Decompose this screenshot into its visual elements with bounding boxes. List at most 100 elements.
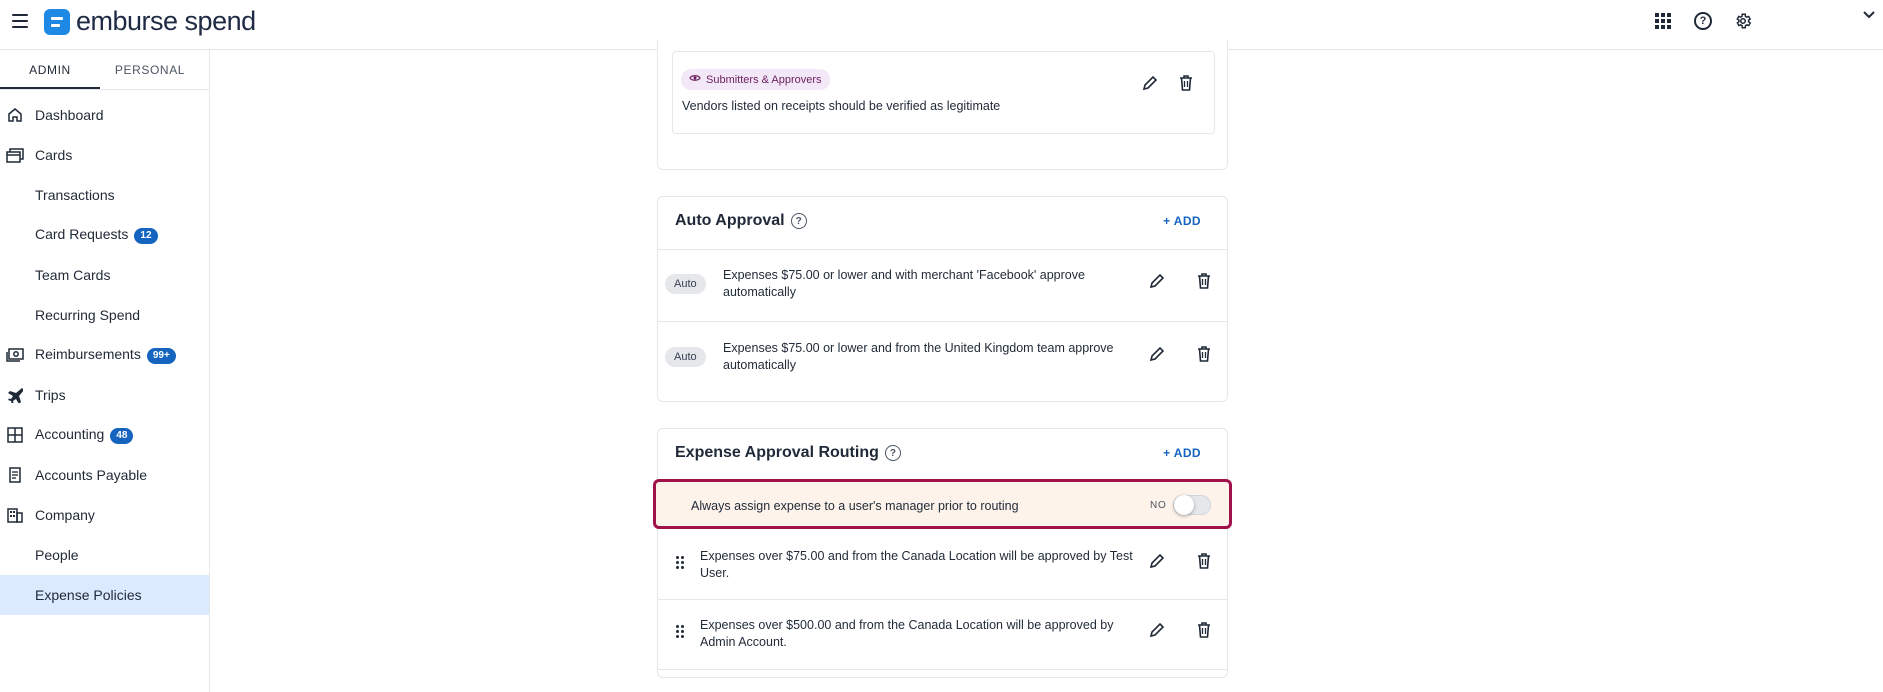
home-icon: [6, 106, 24, 124]
cash-icon: [6, 346, 24, 364]
tab-admin[interactable]: ADMIN: [0, 50, 100, 89]
vendor-policy-item: Submitters & Approvers Vendors listed on…: [672, 51, 1215, 134]
reimbursements-text: Reimbursements: [35, 346, 141, 363]
tab-personal[interactable]: PERSONAL: [100, 50, 200, 89]
edit-pencil-icon[interactable]: [1148, 621, 1166, 639]
sidebar-item-label: Accounts Payable: [35, 467, 148, 483]
audience-pill: Submitters & Approvers: [681, 69, 830, 90]
toggle-state-label: NO: [1150, 500, 1167, 511]
logo-text: emburse spend: [76, 6, 256, 36]
sidebar-item-dashboard[interactable]: Dashboard: [0, 95, 209, 135]
sidebar-item-reimbursements[interactable]: Reimbursements 99+: [0, 335, 209, 375]
sidebar-item-accounting[interactable]: Accounting 48: [0, 415, 209, 455]
audience-pill-label: Submitters & Approvers: [706, 73, 822, 86]
help-question-icon[interactable]: ?: [884, 445, 901, 461]
sidebar-item-label: Cards: [35, 147, 73, 163]
add-routing-button[interactable]: + ADD: [1163, 446, 1201, 460]
delete-trash-icon[interactable]: [1195, 621, 1213, 639]
card-requests-text: Card Requests: [35, 226, 129, 243]
vendor-policy-card: Submitters & Approvers Vendors listed on…: [657, 40, 1228, 170]
policy-text: Vendors listed on receipts should be ver…: [682, 99, 1001, 113]
auto-rule-text: Expenses $75.00 or lower and from the Un…: [723, 340, 1114, 374]
help-icon[interactable]: ?: [1692, 10, 1714, 32]
apps-grid-icon[interactable]: [1652, 10, 1674, 32]
sidebar-item-label: Company: [35, 507, 95, 523]
divider: [658, 599, 1227, 600]
auto-pill: Auto: [665, 347, 706, 367]
card-title: Expense Approval Routing ?: [675, 444, 901, 462]
add-auto-approval-button[interactable]: + ADD: [1163, 214, 1201, 228]
divider: [658, 249, 1227, 250]
accounting-text: Accounting: [35, 426, 105, 443]
sidebar: ADMIN PERSONAL Dashboard Cards Transacti…: [0, 50, 210, 692]
delete-trash-icon[interactable]: [1195, 345, 1213, 363]
sidebar-item-label: People: [35, 547, 79, 563]
edit-pencil-icon[interactable]: [1141, 74, 1159, 92]
auto-rule-text-line2: automatically: [723, 285, 796, 299]
sidebar-item-label: Reimbursements 99+: [35, 346, 176, 364]
building-icon: [6, 506, 24, 524]
routing-title: Expense Approval Routing: [675, 444, 879, 461]
sidebar-tabs: ADMIN PERSONAL: [0, 50, 209, 90]
sidebar-item-trips[interactable]: Trips: [0, 375, 209, 415]
sidebar-item-recurring-spend[interactable]: Recurring Spend: [0, 295, 209, 335]
auto-rule-text-line2: automatically: [723, 358, 796, 372]
eye-icon: [689, 73, 701, 86]
cards-icon: [6, 146, 24, 164]
auto-pill: Auto: [665, 274, 706, 294]
sidebar-item-expense-policies[interactable]: Expense Policies: [0, 575, 209, 615]
chevron-down-icon[interactable]: [1858, 4, 1880, 26]
count-badge: 48: [110, 427, 134, 444]
plane-icon: [6, 386, 24, 404]
sidebar-item-label: Accounting 48: [35, 426, 134, 444]
sidebar-item-team-cards[interactable]: Team Cards: [0, 255, 209, 295]
delete-trash-icon[interactable]: [1195, 272, 1213, 290]
auto-approval-title: Auto Approval: [675, 212, 785, 229]
settings-gear-icon[interactable]: [1732, 10, 1754, 32]
routing-rule-text-line1: Expenses over $500.00 and from the Canad…: [700, 618, 1114, 632]
sidebar-item-label: Recurring Spend: [35, 307, 141, 323]
edit-pencil-icon[interactable]: [1148, 272, 1166, 290]
help-question-icon[interactable]: ?: [790, 213, 807, 229]
count-badge: 12: [134, 227, 158, 244]
sidebar-item-company[interactable]: Company: [0, 495, 209, 535]
sidebar-item-label: Transactions: [35, 187, 115, 203]
app-logo[interactable]: emburse spend: [44, 6, 256, 37]
auto-rule-text-line1: Expenses $75.00 or lower and from the Un…: [723, 341, 1114, 355]
routing-rule-text-line2: Admin Account.: [700, 635, 787, 649]
sidebar-item-label: Card Requests 12: [35, 226, 158, 244]
invoice-icon: [6, 466, 24, 484]
toggle-knob: [1174, 495, 1194, 515]
card-title: Auto Approval ?: [675, 212, 807, 230]
sidebar-item-accounts-payable[interactable]: Accounts Payable: [0, 455, 209, 495]
drag-handle-icon[interactable]: [676, 556, 684, 569]
logo-mark-icon: [44, 8, 70, 35]
drag-handle-icon[interactable]: [676, 625, 684, 638]
manager-assignment-text: Always assign expense to a user's manage…: [691, 499, 1019, 513]
manager-assignment-row: Always assign expense to a user's manage…: [653, 479, 1232, 529]
auto-rule-text: Expenses $75.00 or lower and with mercha…: [723, 267, 1085, 301]
delete-trash-icon[interactable]: [1195, 552, 1213, 570]
routing-rule-text: Expenses over $75.00 and from the Canada…: [700, 548, 1133, 582]
routing-rule-text: Expenses over $500.00 and from the Canad…: [700, 617, 1113, 651]
sidebar-item-transactions[interactable]: Transactions: [0, 175, 209, 215]
sidebar-item-label: Expense Policies: [35, 587, 142, 603]
divider: [658, 669, 1227, 670]
approval-routing-card: Expense Approval Routing ? + ADD Expense…: [657, 428, 1228, 678]
manager-assignment-toggle[interactable]: [1173, 495, 1211, 515]
auto-approval-card: Auto Approval ? + ADD Auto Expenses $75.…: [657, 196, 1228, 402]
sidebar-item-label: Team Cards: [35, 267, 111, 283]
sidebar-item-card-requests[interactable]: Card Requests 12: [0, 215, 209, 255]
auto-rule-text-line1: Expenses $75.00 or lower and with mercha…: [723, 268, 1085, 282]
sidebar-item-people[interactable]: People: [0, 535, 209, 575]
divider: [658, 321, 1227, 322]
sidebar-item-label: Dashboard: [35, 107, 104, 123]
menu-icon[interactable]: [12, 12, 32, 30]
calculator-icon: [6, 426, 24, 444]
edit-pencil-icon[interactable]: [1148, 345, 1166, 363]
edit-pencil-icon[interactable]: [1148, 552, 1166, 570]
sidebar-item-cards[interactable]: Cards: [0, 135, 209, 175]
sidebar-item-label: Trips: [35, 387, 66, 403]
routing-rule-text-line2: User.: [700, 566, 730, 580]
delete-trash-icon[interactable]: [1177, 74, 1195, 92]
